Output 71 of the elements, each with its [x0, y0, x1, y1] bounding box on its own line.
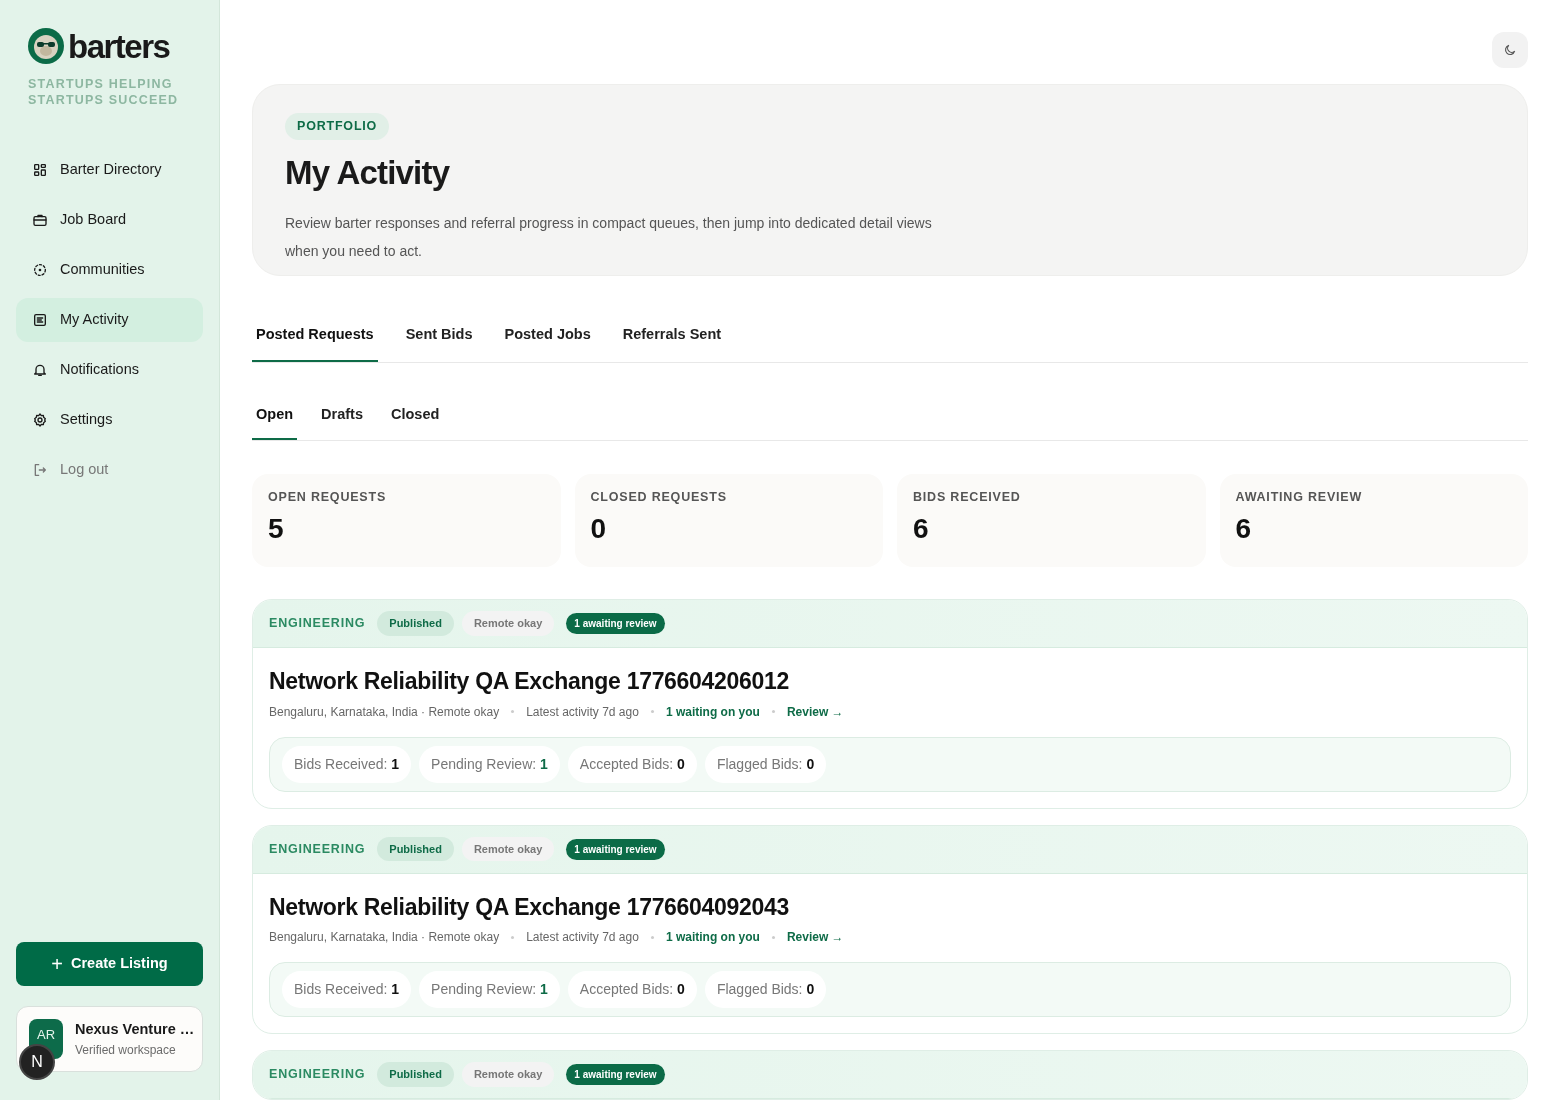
location-text: Bengaluru, Karnataka, India · Remote okay	[269, 929, 500, 946]
request-title[interactable]: Network Reliability QA Exchange 1776604092043	[269, 889, 1511, 924]
stat-label: AWAITING REVIEW	[1235, 489, 1364, 506]
grid-icon	[32, 162, 48, 178]
status-badge: Published	[377, 1062, 454, 1087]
status-badge: Published	[377, 836, 454, 862]
count-pill: Flagged Bids: 0	[704, 971, 827, 1008]
count-pill: Bids Received: 1	[282, 745, 412, 783]
tab[interactable]: Referrals Sent	[618, 314, 726, 362]
tab[interactable]: Sent Bids	[401, 314, 477, 362]
count-pill: Bids Received: 1	[282, 971, 412, 1008]
count-pill: Accepted Bids: 0	[567, 971, 697, 1008]
stat-label: CLOSED REQUESTS	[590, 489, 728, 506]
category-label: ENGINEERING	[269, 1066, 366, 1084]
logout-icon	[32, 462, 48, 478]
workspace-badge: N	[19, 1044, 55, 1080]
nav-item[interactable]: Barter Directory	[16, 148, 203, 192]
mode-tag: Remote okay	[461, 1062, 555, 1087]
tab[interactable]: Closed	[386, 396, 444, 440]
activity-text: Latest activity 7d ago	[526, 703, 639, 721]
review-link[interactable]: Review →	[786, 928, 844, 946]
stat-value: 5	[268, 514, 285, 543]
waiting-text: 1 waiting on you	[665, 703, 760, 721]
dotted-circle-icon	[32, 262, 48, 278]
stat-value: 0	[590, 514, 608, 543]
stat-label: BIDS RECEIVED	[913, 489, 1022, 506]
nav-item[interactable]: Job Board	[16, 198, 203, 242]
count-pill: Pending Review: 1	[419, 745, 560, 783]
dark-mode-toggle[interactable]	[1492, 32, 1528, 68]
stat-value: 6	[1235, 514, 1253, 543]
document-icon	[32, 312, 48, 328]
mode-tag: Remote okay	[461, 836, 555, 862]
count-pill: Flagged Bids: 0	[704, 745, 827, 783]
review-badge: 1 awaiting review	[566, 838, 665, 860]
tab[interactable]: Posted Jobs	[500, 314, 595, 362]
sheep-logo-icon	[28, 28, 64, 64]
brand-name: barters	[68, 29, 170, 63]
count-pill: Pending Review: 1	[419, 971, 560, 1008]
waiting-text: 1 waiting on you	[665, 929, 760, 946]
mode-tag: Remote okay	[461, 611, 555, 636]
location-text: Bengaluru, Karnataka, India · Remote okay	[269, 703, 500, 721]
activity-text: Latest activity 7d ago	[526, 929, 639, 946]
category-label: ENGINEERING	[269, 615, 366, 633]
tab[interactable]: Drafts	[317, 396, 367, 440]
tagline: STARTUPS HELPING STARTUPS SUCCEED	[27, 76, 180, 108]
status-badge: Published	[377, 611, 454, 636]
category-label: ENGINEERING	[269, 840, 366, 858]
nav-item[interactable]: Settings	[16, 398, 203, 442]
review-badge: 1 awaiting review	[566, 1064, 665, 1085]
review-link[interactable]: Review →	[786, 702, 844, 721]
stat-label: OPEN REQUESTS	[268, 489, 388, 506]
stat-value: 6	[913, 514, 930, 543]
nav-item[interactable]: Notifications	[16, 348, 203, 392]
create-listing-button[interactable]: + Create Listing	[16, 942, 203, 986]
workspace-name: Nexus Venture …	[75, 1020, 194, 1040]
nav-item[interactable]: Communities	[16, 248, 203, 292]
section-badge: PORTFOLIO	[285, 113, 390, 140]
nav-item[interactable]: Log out	[16, 448, 203, 492]
nav-item[interactable]: My Activity	[16, 298, 203, 342]
page-description: Review barter responses and referral progress in compact queues, then jump into dedicated detail views when you need to act.	[285, 214, 933, 262]
moon-icon	[1503, 43, 1517, 57]
tab[interactable]: Open	[252, 396, 298, 440]
gear-icon	[32, 412, 48, 428]
bell-icon	[32, 362, 48, 378]
tab[interactable]: Posted Requests	[252, 314, 378, 362]
workspace-subtitle: Verified workspace	[75, 1041, 177, 1059]
count-pill: Accepted Bids: 0	[567, 745, 697, 783]
request-title[interactable]: Network Reliability QA Exchange 1776604206012	[269, 664, 1511, 699]
page-title: My Activity	[285, 152, 451, 193]
briefcase-icon	[32, 212, 48, 228]
review-badge: 1 awaiting review	[566, 613, 665, 634]
